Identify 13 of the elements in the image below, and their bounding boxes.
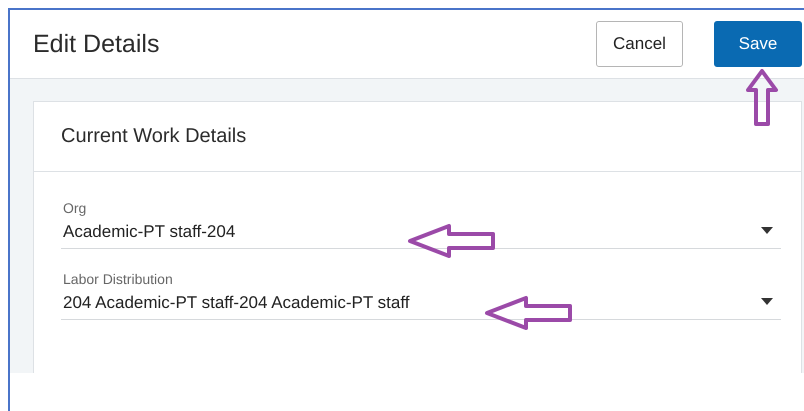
page-title: Edit Details bbox=[33, 30, 160, 58]
caret-icon bbox=[761, 298, 773, 305]
field-value: 204 Academic-PT staff-204 Academic-PT staff bbox=[63, 293, 410, 313]
field-value: Academic-PT staff-204 bbox=[63, 222, 236, 242]
dropdown-field[interactable]: Labor Distribution 204 Academic-PT staff-204 Academic-PT staff bbox=[61, 271, 781, 320]
dropdown-field[interactable]: Org Academic-PT staff-204 bbox=[61, 200, 781, 249]
caret-icon bbox=[761, 227, 773, 234]
field-label: Labor Distribution bbox=[63, 271, 174, 287]
card-title: Current Work Details bbox=[61, 125, 246, 148]
annotation-arrow bbox=[745, 68, 779, 128]
cancel-button[interactable]: Cancel bbox=[596, 21, 683, 67]
field-label: Org bbox=[63, 200, 88, 216]
save-button[interactable]: Save bbox=[714, 21, 802, 67]
